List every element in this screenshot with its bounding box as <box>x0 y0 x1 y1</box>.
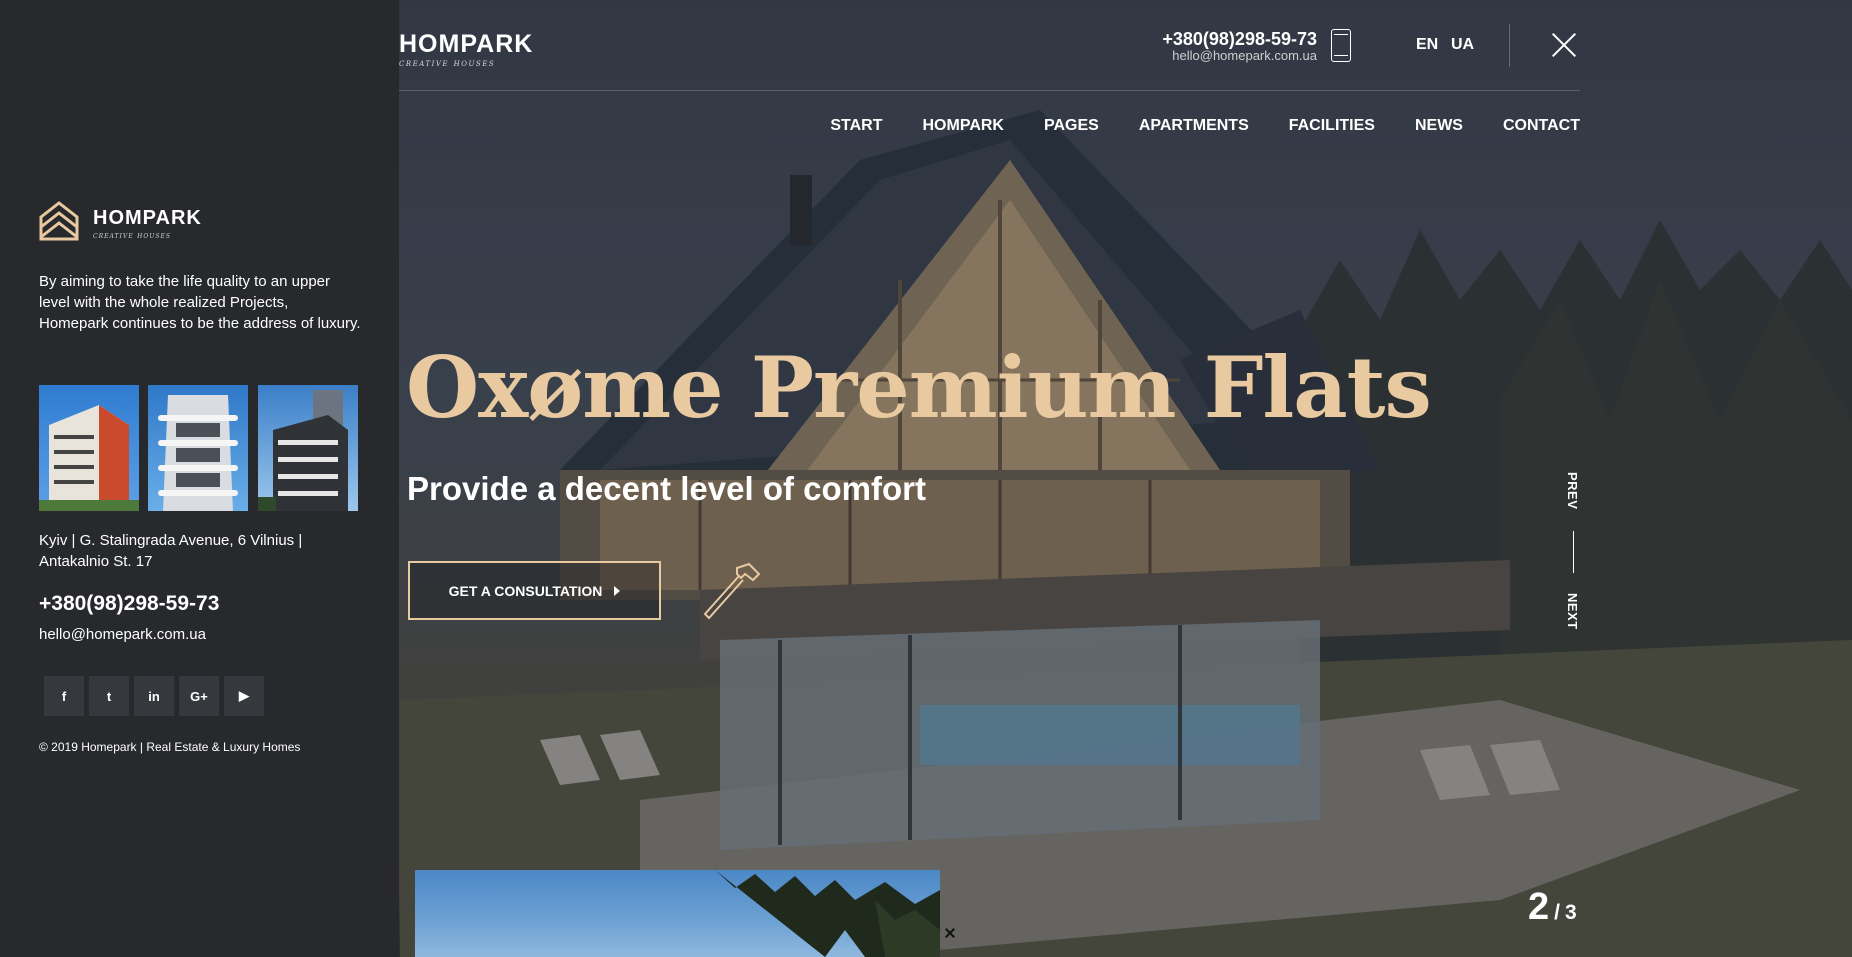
hero-title: Oxøme Premium Flats <box>406 338 1432 437</box>
consultation-button-label: GET A CONSULTATION <box>448 582 603 599</box>
nav-item-contact[interactable]: CONTACT <box>1503 117 1580 135</box>
header-divider <box>1509 24 1510 67</box>
slider-next[interactable]: NEXT <box>1565 593 1580 630</box>
close-icon[interactable] <box>1551 32 1577 58</box>
popup-image <box>715 870 940 957</box>
nav-item-facilities[interactable]: FACILITIES <box>1289 117 1375 135</box>
nav-item-pages[interactable]: PAGES <box>1044 117 1099 135</box>
youtube-icon[interactable]: ▶ <box>224 676 264 716</box>
main-nav: START HOMPARK PAGES APARTMENTS FACILITIE… <box>830 117 1580 135</box>
logo-icon <box>39 201 79 241</box>
header-logo-tagline: creative houses <box>399 58 496 69</box>
header-separator <box>399 90 1580 91</box>
language-en[interactable]: EN <box>1416 36 1438 54</box>
slide-counter-current: 2 <box>1528 886 1550 928</box>
slide-counter-separator: / <box>1554 901 1560 924</box>
nav-item-news[interactable]: NEWS <box>1415 117 1463 135</box>
side-panel: HOMPARK creative houses By aiming to tak… <box>0 0 399 957</box>
facebook-icon[interactable]: f <box>44 676 84 716</box>
thumb-building-curved <box>158 395 238 511</box>
arrow-right-icon <box>614 585 621 596</box>
side-address: Kyiv | G. Stalingrada Avenue, 6 Vilnius … <box>39 532 303 570</box>
linkedin-icon[interactable]: in <box>134 676 174 716</box>
gallery-thumb[interactable] <box>258 385 358 511</box>
social-links: f t in G+ ▶ <box>44 676 264 716</box>
hammer-icon <box>703 562 761 620</box>
header-logo[interactable]: HOMPARK <box>399 30 533 59</box>
consultation-button[interactable]: GET A CONSULTATION <box>408 561 661 620</box>
gallery-thumb[interactable] <box>39 385 139 511</box>
thumb-building-red <box>39 405 139 511</box>
language-ua[interactable]: UA <box>1451 36 1474 54</box>
phone-icon <box>1331 29 1351 62</box>
nav-item-start[interactable]: START <box>830 117 882 135</box>
side-copyright: © 2019 Homepark | Real Estate & Luxury H… <box>39 740 301 754</box>
slider-divider <box>1573 531 1574 573</box>
nav-item-hompark[interactable]: HOMPARK <box>923 117 1004 135</box>
slide-counter: 2 / 3 <box>1528 886 1577 929</box>
google-plus-icon[interactable]: G+ <box>179 676 219 716</box>
hero-subtitle: Provide a decent level of comfort <box>407 470 926 507</box>
side-email[interactable]: hello@homepark.com.ua <box>39 626 206 643</box>
side-phone[interactable]: +380(98)298-59-73 <box>39 592 219 616</box>
twitter-icon[interactable]: t <box>89 676 129 716</box>
side-description: By aiming to take the life quality to an… <box>39 273 361 332</box>
thumb-building-tower <box>258 390 348 511</box>
nav-item-apartments[interactable]: APARTMENTS <box>1139 117 1249 135</box>
header-email[interactable]: hello@homepark.com.ua <box>1140 48 1317 63</box>
side-logo-text: HOMPARK <box>93 207 202 229</box>
gallery-thumb[interactable] <box>148 385 248 511</box>
header-phone[interactable]: +380(98)298-59-73 <box>1140 29 1317 50</box>
side-logo-tagline: creative houses <box>93 231 171 240</box>
popup-close-icon[interactable] <box>944 927 956 939</box>
slide-counter-total: 3 <box>1564 901 1577 924</box>
slider-prev[interactable]: PREV <box>1565 472 1580 509</box>
popup-preview[interactable] <box>415 870 940 957</box>
